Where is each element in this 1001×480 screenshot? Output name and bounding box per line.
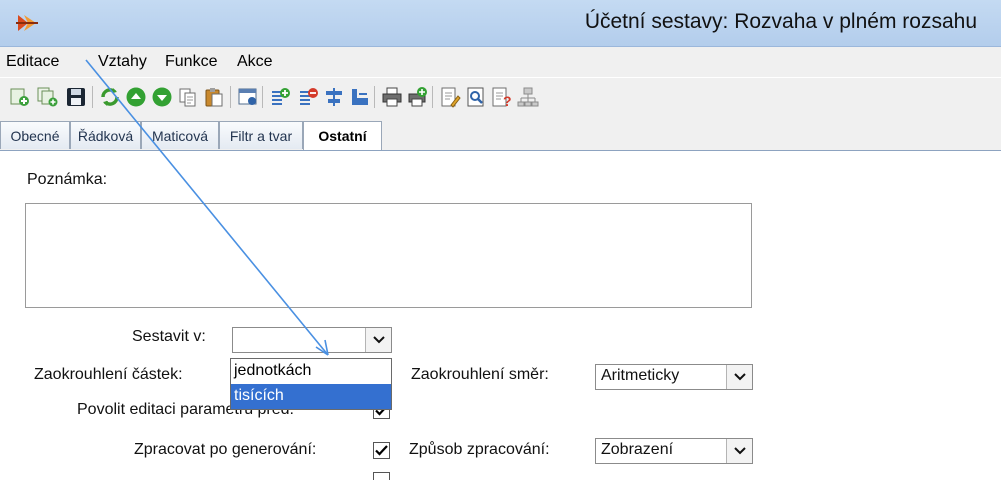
paste-icon[interactable] — [202, 85, 226, 109]
print-settings-icon[interactable] — [406, 85, 430, 109]
tab-bar: Obecné Řádková Maticová Filtr a tvar Ost… — [0, 118, 1001, 151]
insert-row-icon[interactable] — [268, 85, 292, 109]
columns-icon[interactable] — [348, 85, 372, 109]
move-up-icon[interactable] — [124, 85, 148, 109]
toolbar-separator — [230, 86, 231, 108]
menu-funkce[interactable]: Funkce — [165, 53, 217, 71]
build-in-label: Sestavit v: — [132, 328, 206, 345]
toolbar-separator — [374, 86, 375, 108]
tab-radkova[interactable]: Řádková — [70, 121, 141, 149]
rounding-direction-label: Zaokrouhlení směr: — [411, 366, 549, 383]
option-jednotkach[interactable]: jednotkách — [231, 359, 391, 384]
network-icon[interactable] — [516, 85, 540, 109]
tab-ostatni[interactable]: Ostatní — [303, 121, 382, 150]
tab-maticova[interactable]: Maticová — [141, 121, 219, 149]
app-logo-icon[interactable] — [14, 9, 42, 37]
processing-mode-select[interactable]: Zobrazení — [595, 438, 753, 464]
tab-obecne[interactable]: Obecné — [0, 121, 70, 149]
print-icon[interactable] — [380, 85, 404, 109]
toolbar-separator — [432, 86, 433, 108]
align-icon[interactable] — [322, 85, 346, 109]
process-after-checkbox[interactable] — [373, 442, 390, 459]
copy-icon[interactable] — [176, 85, 200, 109]
processing-mode-value: Zobrazení — [601, 441, 674, 458]
process-after-label: Zpracovat po generování: — [134, 441, 317, 458]
check-icon — [375, 445, 388, 456]
note-textarea[interactable] — [25, 203, 752, 308]
help-document-icon[interactable]: ? — [490, 85, 514, 109]
title-bar: Účetní sestavy: Rozvaha v plném rozsahu — [0, 0, 1001, 47]
svg-text:?: ? — [503, 93, 512, 108]
toolbar-separator — [262, 86, 263, 108]
menu-vztahy[interactable]: Vztahy — [98, 53, 147, 71]
chevron-down-icon[interactable] — [726, 365, 752, 389]
ostatni-panel: Poznámka: Sestavit v: Zaokrouhlení částe… — [0, 151, 1001, 480]
build-in-dropdown-list: jednotkách tisících — [230, 358, 392, 410]
window-title: Účetní sestavy: Rozvaha v plném rozsahu — [584, 10, 977, 33]
delete-row-icon[interactable] — [296, 85, 320, 109]
menu-bar: Editace Vztahy Funkce Akce — [0, 47, 1001, 77]
refresh-icon[interactable] — [98, 85, 122, 109]
tab-filtr-a-tvar[interactable]: Filtr a tvar — [219, 121, 303, 149]
save-icon[interactable] — [64, 85, 88, 109]
toolbar-separator — [92, 86, 93, 108]
chevron-down-icon[interactable] — [726, 439, 752, 463]
copy-row-icon[interactable] — [36, 85, 60, 109]
rounding-direction-select[interactable]: Aritmeticky — [595, 364, 753, 390]
toolbar: ? — [0, 78, 1001, 118]
move-down-icon[interactable] — [150, 85, 174, 109]
window-view-icon[interactable] — [236, 85, 260, 109]
chevron-down-icon[interactable] — [365, 328, 391, 352]
build-in-select[interactable] — [232, 327, 392, 353]
new-row-icon[interactable] — [8, 85, 32, 109]
option-tisicich[interactable]: tisících — [231, 384, 391, 409]
preview-icon[interactable] — [464, 85, 488, 109]
edit-document-icon[interactable] — [438, 85, 462, 109]
next-checkbox-partial[interactable] — [373, 472, 390, 480]
menu-akce[interactable]: Akce — [237, 53, 273, 71]
rounding-direction-value: Aritmeticky — [601, 367, 680, 384]
menu-editace[interactable]: Editace — [6, 53, 59, 71]
processing-mode-label: Způsob zpracování: — [409, 441, 550, 458]
rounding-amounts-label: Zaokrouhlení částek: — [34, 366, 183, 383]
note-label: Poznámka: — [27, 171, 108, 188]
